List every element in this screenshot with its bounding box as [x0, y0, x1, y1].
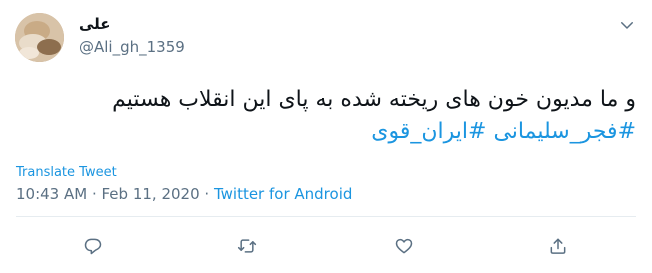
share-icon[interactable] [548, 236, 568, 256]
reply-icon[interactable] [83, 236, 103, 256]
tweet-meta: 10:43 AM · Feb 11, 2020 · Twitter for An… [16, 185, 352, 203]
chevron-down-icon[interactable] [618, 16, 636, 34]
avatar[interactable] [15, 13, 64, 62]
timestamp[interactable]: 10:43 AM · Feb 11, 2020 [16, 185, 200, 203]
hashtag-link[interactable]: #ایران_قوی [371, 119, 486, 144]
tweet-text: و ما مدیون خون های ریخته شده به پای این … [36, 84, 636, 148]
user-handle[interactable]: @Ali_gh_1359 [79, 38, 185, 56]
meta-separator: · [199, 185, 214, 203]
divider [16, 216, 636, 217]
like-icon[interactable] [394, 236, 414, 256]
display-name[interactable]: علی [79, 15, 111, 33]
source-link[interactable]: Twitter for Android [214, 185, 352, 203]
retweet-icon[interactable] [237, 236, 257, 256]
tweet-line: و ما مدیون خون های ریخته شده به پای این … [112, 87, 636, 112]
translate-tweet-link[interactable]: Translate Tweet [16, 165, 117, 180]
hashtag-link[interactable]: #فجر_سلیمانی [493, 119, 636, 144]
